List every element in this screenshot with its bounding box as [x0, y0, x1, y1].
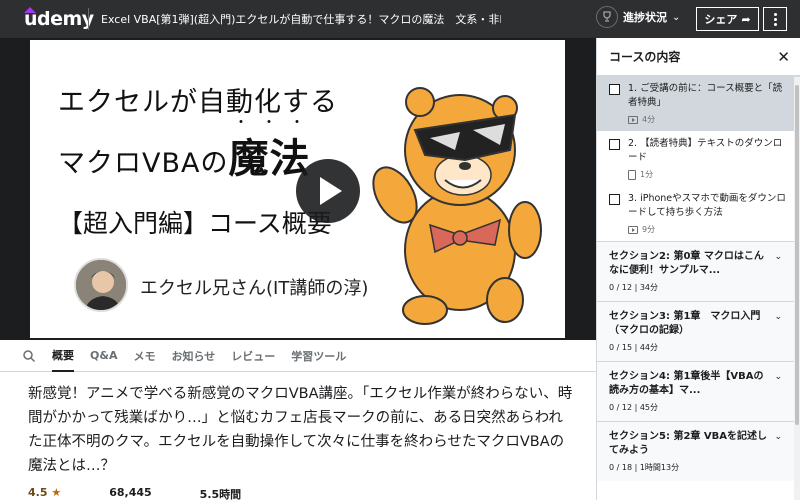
more-dot [773, 17, 777, 21]
tab-reviews[interactable]: レビュー [231, 340, 275, 372]
tab-notes[interactable]: メモ [133, 340, 155, 372]
lecture-duration: 1分 [640, 170, 654, 179]
sidebar-scrollbar[interactable] [794, 77, 800, 500]
lecture-title: 3. iPhoneやスマホで動画をダウンロードして持ち歩く方法 [628, 193, 786, 218]
play-button[interactable] [296, 159, 360, 223]
bear-mascot-illustration [372, 87, 542, 325]
section-meta: 0 / 18 | 1時間13分 [609, 463, 680, 472]
video-icon [628, 225, 638, 234]
tab-qa[interactable]: Q&A [90, 340, 117, 372]
slide-text-line3: 【超入門編】コース概要 [58, 209, 332, 238]
star-icon: ★ [51, 486, 62, 499]
course-description: 新感覚！アニメで学べる新感覚のマクロVBA講座。「エクセル作業が終わらない、時間… [28, 386, 573, 474]
instructor-avatar [74, 258, 128, 312]
close-icon[interactable]: ✕ [777, 48, 790, 66]
tab-announcements[interactable]: お知らせ [171, 340, 215, 372]
progress-label: 進捗状況 [623, 11, 667, 24]
sidebar-header: コースの内容 ✕ [597, 38, 800, 76]
chevron-down-icon: ⌄ [774, 252, 782, 262]
more-dot [773, 12, 777, 16]
slide-author-text: エクセル兄さん(IT講師の淳) [140, 278, 369, 299]
chevron-down-icon: ⌄ [774, 372, 782, 382]
course-title[interactable]: Excel VBA[第1弾](超入門)エクセルが自動で仕事する！マクロの魔法 文… [101, 11, 501, 27]
share-label: シェア [704, 13, 738, 26]
header-divider [88, 8, 89, 30]
more-options-button[interactable] [763, 7, 787, 31]
tab-overview[interactable]: 概要 [52, 340, 74, 372]
course-content-sidebar: コースの内容 ✕ 1. ご受講の前に：コース概要と「読者特典」 4分 2. 【読… [596, 38, 800, 500]
section-header[interactable]: セクション3: 第1章 マクロ入門（マクロの記録） 0 / 15 | 44分 ⌄ [597, 301, 800, 361]
section-meta: 0 / 15 | 44分 [609, 343, 659, 352]
lecture-title: 1. ご受講の前に：コース概要と「読者特典」 [628, 83, 783, 108]
section-title: セクション3: 第1章 マクロ入門（マクロの記録） [609, 311, 761, 336]
slide-line2-prefix: マクロVBAの [58, 148, 229, 179]
video-player[interactable]: エクセルが自動化する ・・・ マクロVBAの魔法 【超入門編】コース概要 エクセ… [0, 38, 596, 340]
slide-line2-big: 魔法 [228, 136, 311, 182]
lecture-item[interactable]: 3. iPhoneやスマホで動画をダウンロードして持ち歩く方法 9分 [597, 186, 800, 241]
lecture-checkbox[interactable] [609, 139, 620, 150]
search-icon[interactable] [22, 349, 36, 363]
chevron-down-icon: ⌄ [672, 11, 681, 23]
slide-text-line2: マクロVBAの魔法 [58, 126, 310, 184]
scrollbar-thumb[interactable] [795, 85, 799, 425]
section-title: セクション2: 第0章 マクロはこんなに便利！サンプルマ... [609, 251, 764, 276]
section-header[interactable]: セクション4: 第1章後半【VBAの読み方の基本】マ... 0 / 12 | 4… [597, 361, 800, 421]
sidebar-title: コースの内容 [609, 50, 681, 64]
document-icon [628, 169, 636, 180]
section-title: セクション5: 第2章 VBAを記述してみよう [609, 431, 767, 456]
lecture-duration: 9分 [642, 225, 656, 234]
logo-hat-icon [24, 7, 36, 13]
section-title: セクション4: 第1章後半【VBAの読み方の基本】マ... [609, 371, 764, 396]
video-frame[interactable]: エクセルが自動化する ・・・ マクロVBAの魔法 【超入門編】コース概要 エクセ… [30, 40, 565, 338]
share-arrow-icon: ➦ [741, 12, 751, 26]
content-tabs: 概要 Q&A メモ お知らせ レビュー 学習ツール [0, 340, 596, 372]
lecture-item[interactable]: 2. 【読者特典】テキストのダウンロード 1分 [597, 131, 800, 186]
section-meta: 0 / 12 | 45分 [609, 403, 659, 412]
video-icon [628, 115, 638, 124]
section-header[interactable]: セクション2: 第0章 マクロはこんなに便利！サンプルマ... 0 / 12 |… [597, 241, 800, 301]
tab-learning-tools[interactable]: 学習ツール [291, 340, 346, 372]
more-dot [773, 22, 777, 26]
lecture-duration: 4分 [642, 115, 656, 124]
lecture-checkbox[interactable] [609, 194, 620, 205]
chevron-down-icon: ⌄ [774, 312, 782, 322]
progress-dropdown[interactable]: 進捗状況 ⌄ [596, 6, 680, 28]
trophy-icon [596, 6, 618, 28]
section-meta: 0 / 12 | 34分 [609, 283, 659, 292]
section-header[interactable]: セクション5: 第2章 VBAを記述してみよう 0 / 18 | 1時間13分 … [597, 421, 800, 481]
rating-value: 4.5 [28, 486, 48, 499]
udemy-logo[interactable]: udemy [0, 7, 94, 30]
lecture-checkbox[interactable] [609, 84, 620, 95]
play-icon [320, 177, 342, 205]
lecture-title: 2. 【読者特典】テキストのダウンロード [628, 138, 783, 163]
lecture-item[interactable]: 1. ご受講の前に：コース概要と「読者特典」 4分 [597, 76, 800, 131]
chevron-down-icon: ⌄ [774, 432, 782, 442]
share-button[interactable]: シェア ➦ [696, 7, 759, 31]
